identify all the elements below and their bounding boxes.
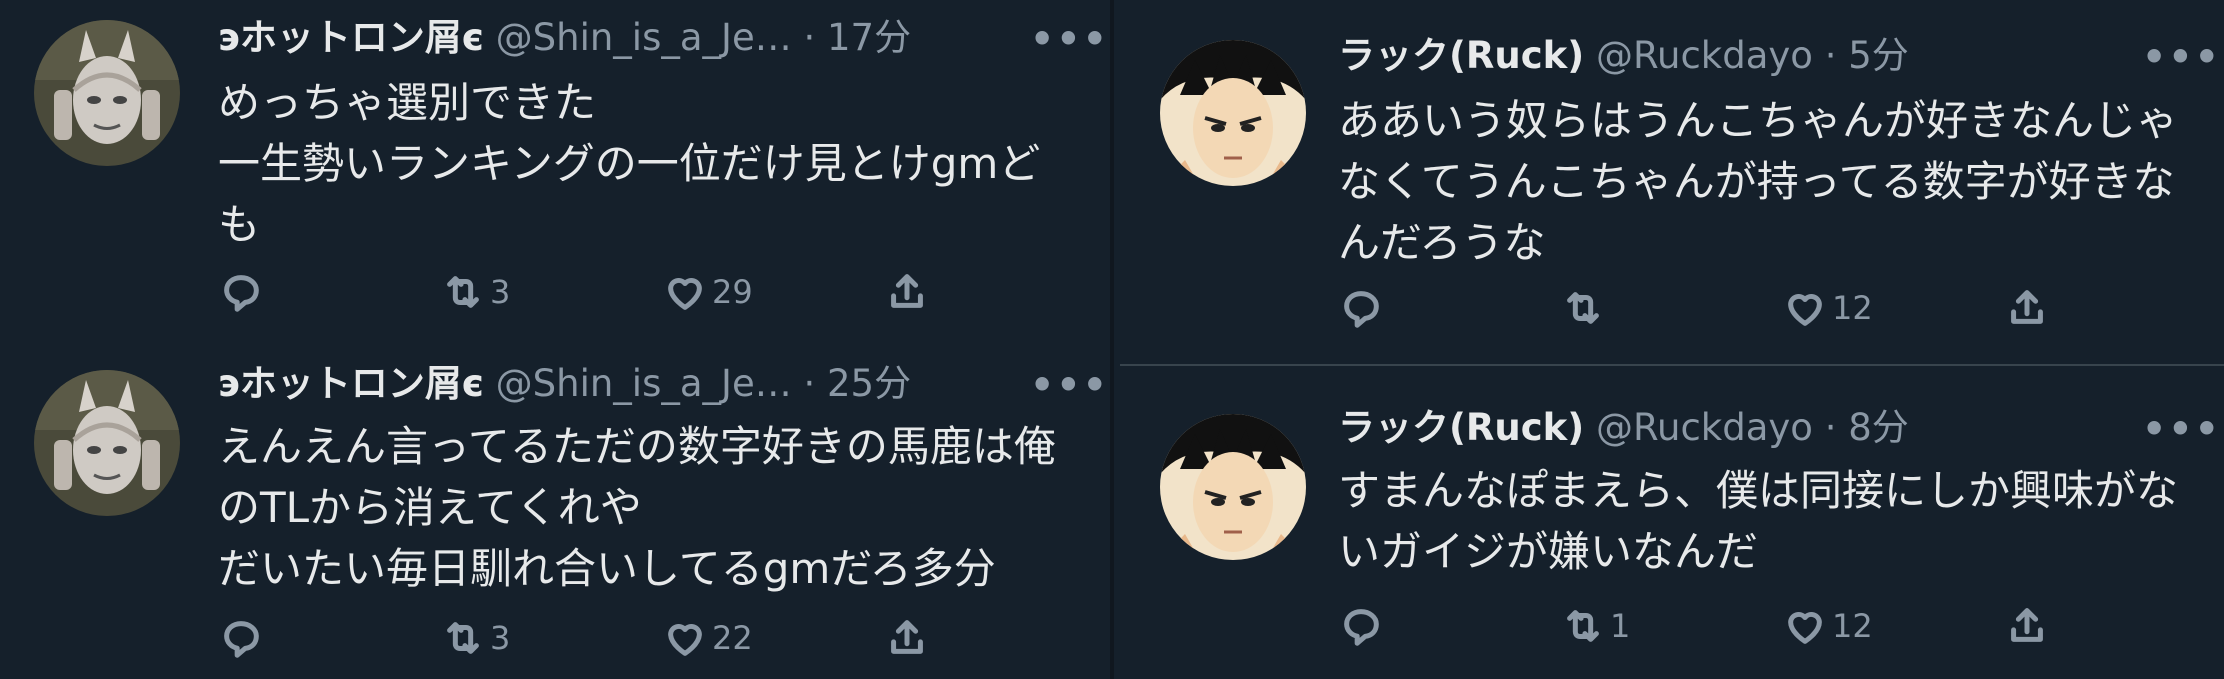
reply-button[interactable] [1338, 596, 1388, 656]
retweet-icon [1567, 292, 1599, 324]
heart-icon [1788, 294, 1822, 326]
retweet-icon [1567, 610, 1599, 642]
like-button[interactable]: 29 [662, 262, 753, 322]
share-icon [2011, 290, 2043, 324]
tweet-actions: 3 29 [218, 262, 978, 322]
tweet-text: めっちゃ選別できた 一生勢いランキングの一位だけ見とけgmど も [218, 72, 1098, 255]
more-options-button[interactable]: ••• [1030, 20, 1109, 58]
avatar[interactable] [34, 20, 180, 166]
reply-button[interactable] [1338, 278, 1388, 338]
share-button[interactable] [2004, 278, 2050, 338]
reply-icon [224, 275, 259, 312]
tweet-line: ああいう奴らはうんこちゃんが好きなんじゃ [1338, 96, 2179, 145]
tweet-text: すまんなぽまえら、僕は同接にしか興味がな いガイジが嫌いなんだ [1338, 460, 2218, 582]
avatar[interactable] [34, 370, 180, 516]
user-handle[interactable]: @Shin_is_a_Je… [496, 16, 792, 59]
like-button[interactable]: 12 [1782, 278, 1873, 338]
tweet-line: んだろうな [1338, 218, 1546, 267]
tweet-card[interactable]: ラック(Ruck) @Ruckdayo · 8分 ••• すまんなぽまえら、僕は… [1112, 366, 2224, 679]
tweet-actions: 12 [1338, 278, 2098, 338]
tweet-line: なくてうんこちゃんが持ってる数字が好きな [1338, 157, 2175, 206]
more-options-button[interactable]: ••• [1030, 366, 1109, 404]
heart-icon [1788, 612, 1822, 644]
reply-icon [1344, 291, 1379, 328]
avatar[interactable] [1160, 414, 1306, 560]
share-button[interactable] [884, 608, 930, 668]
tweet-card[interactable]: эホットロン屑є @Shin_is_a_Je… · 17分 ••• めっちゃ選別… [0, 0, 1112, 340]
tweet-header: эホットロン屑є @Shin_is_a_Je… · 17分 [218, 16, 911, 60]
retweet-button[interactable]: 1 [1560, 596, 1630, 656]
timestamp[interactable]: · 5分 [1825, 34, 1909, 77]
tweet-header: ラック(Ruck) @Ruckdayo · 5分 [1338, 34, 1909, 78]
tweet-line: 一生勢いランキングの一位だけ見とけgmど [218, 139, 1041, 188]
like-button[interactable]: 12 [1782, 596, 1873, 656]
tweet-actions: 3 22 [218, 608, 978, 668]
tweet-card[interactable]: ラック(Ruck) @Ruckdayo · 5分 ••• ああいう奴らはうんこち… [1112, 0, 2224, 364]
tweet-header: ラック(Ruck) @Ruckdayo · 8分 [1338, 406, 1909, 450]
user-handle[interactable]: @Shin_is_a_Je… [496, 362, 792, 405]
reply-icon [1344, 609, 1379, 646]
tweet-line: も [218, 200, 261, 249]
more-options-button[interactable]: ••• [2142, 410, 2221, 448]
display-name[interactable]: ラック(Ruck) [1338, 406, 1584, 449]
retweet-button[interactable]: 3 [440, 262, 510, 322]
more-options-button[interactable]: ••• [2142, 38, 2221, 76]
tweet-card[interactable]: эホットロン屑є @Shin_is_a_Je… · 25分 ••• えんえん言っ… [0, 340, 1112, 679]
timestamp[interactable]: · 25分 [803, 362, 911, 405]
heart-icon [668, 624, 702, 656]
share-button[interactable] [884, 262, 930, 322]
anime-face-avatar-icon [1160, 40, 1306, 186]
timestamp[interactable]: · 8分 [1825, 406, 1909, 449]
tweet-text: ああいう奴らはうんこちゃんが好きなんじゃ なくてうんこちゃんが持ってる数字が好き… [1338, 90, 2218, 273]
share-icon [891, 620, 923, 654]
tweet-line: すまんなぽまえら、僕は同接にしか興味がな [1338, 466, 2179, 515]
tweet-text: えんえん言ってるただの数字好きの馬鹿は俺 のTLから消えてくれや だいたい毎日馴… [218, 416, 1098, 599]
tweet-line: のTLから消えてくれや [218, 483, 642, 532]
tweet-line: えんえん言ってるただの数字好きの馬鹿は俺 [218, 422, 1056, 471]
share-button[interactable] [2004, 596, 2050, 656]
tweet-line: いガイジが嫌いなんだ [1338, 527, 1759, 576]
tweet-line: めっちゃ選別できた [218, 78, 597, 127]
timestamp[interactable]: · 17分 [803, 16, 911, 59]
display-name[interactable]: ラック(Ruck) [1338, 34, 1584, 77]
retweet-icon [447, 276, 479, 308]
display-name[interactable]: эホットロン屑є [218, 16, 484, 59]
reply-button[interactable] [218, 608, 268, 668]
like-button[interactable]: 22 [662, 608, 753, 668]
tweet-header: эホットロン屑є @Shin_is_a_Je… · 25分 [218, 362, 911, 406]
user-handle[interactable]: @Ruckdayo [1596, 34, 1813, 77]
white-alien-avatar-icon [34, 20, 180, 166]
white-alien-avatar-icon [34, 370, 180, 516]
retweet-button[interactable] [1560, 278, 1610, 338]
anime-face-avatar-icon [1160, 414, 1306, 560]
tweet-line: だいたい毎日馴れ合いしてるgmだろ多分 [218, 544, 996, 593]
retweet-button[interactable]: 3 [440, 608, 510, 668]
reply-icon [224, 621, 259, 658]
share-icon [891, 274, 923, 308]
heart-icon [668, 278, 702, 310]
share-icon [2011, 608, 2043, 642]
retweet-icon [447, 622, 479, 654]
user-handle[interactable]: @Ruckdayo [1596, 406, 1813, 449]
avatar[interactable] [1160, 40, 1306, 186]
tweet-actions: 1 12 [1338, 596, 2098, 656]
reply-button[interactable] [218, 262, 268, 322]
display-name[interactable]: эホットロン屑є [218, 362, 484, 405]
